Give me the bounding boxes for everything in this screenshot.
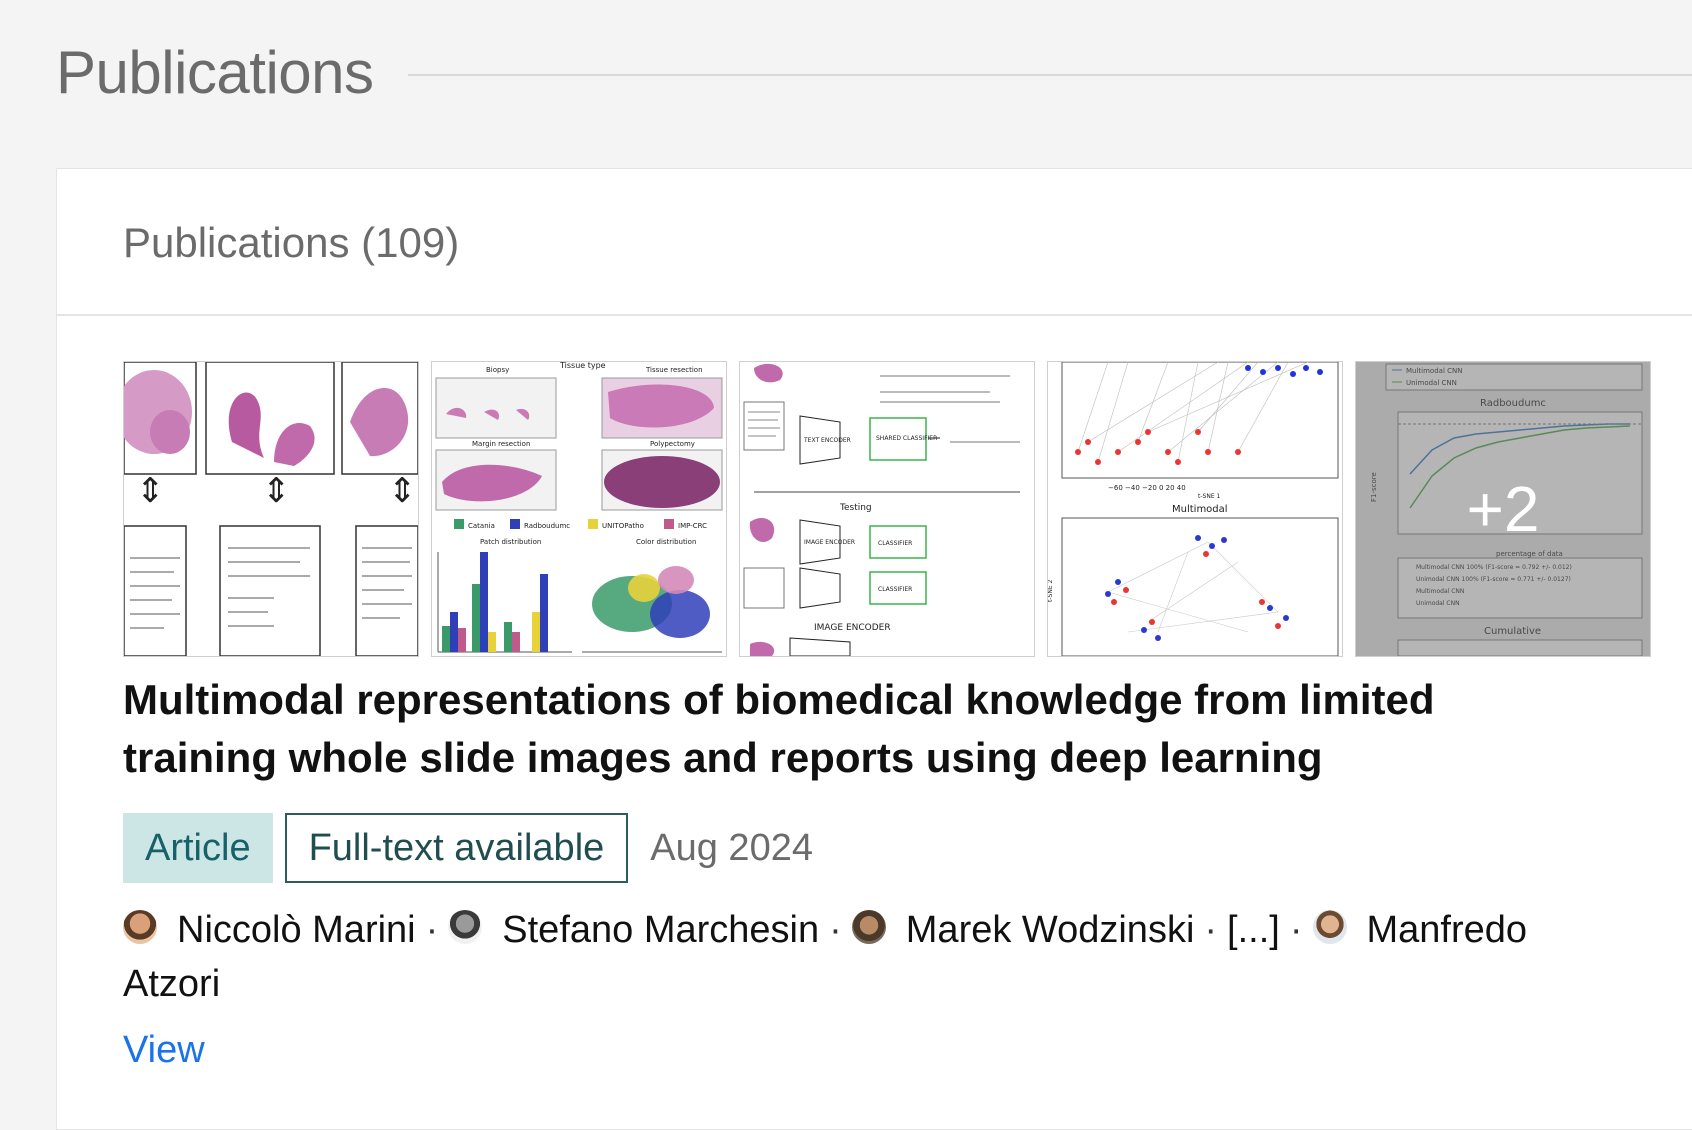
svg-text:⇕: ⇕ — [136, 471, 165, 511]
fig3-label-classifier-2: CLASSIFIER — [878, 586, 912, 593]
avatar — [123, 910, 157, 944]
article-type-badge: Article — [123, 813, 273, 883]
fig2-label-margin-resection: Margin resection — [472, 440, 530, 448]
author-item[interactable]: Stefano Marchesin — [448, 909, 819, 951]
fig3-label-testing: Testing — [839, 503, 872, 513]
author-name[interactable]: Marek Wodzinski — [906, 909, 1195, 951]
fig3-label-image-encoder-small: IMAGE ENCODER — [804, 539, 855, 546]
publication-meta: Article Full-text available Aug 2024 — [123, 813, 813, 883]
figure-thumbnail-3[interactable]: TEXT ENCODER SHARED CLASSIFIER Testing I… — [739, 361, 1035, 657]
more-figures-overlay[interactable]: +2 — [1356, 362, 1650, 656]
fig2-label-polypectomy: Polypectomy — [650, 440, 695, 448]
section-divider — [407, 73, 1692, 76]
fig2-legend-0: Catania — [468, 522, 495, 530]
fig2-legend-2: UNITOPatho — [602, 522, 644, 530]
author-separator: · — [425, 909, 439, 951]
author-name[interactable]: Niccolò Marini — [177, 909, 416, 951]
publication-title[interactable]: Multimodal representations of biomedical… — [123, 671, 1573, 787]
fig2-legend-1: Radboudumc — [524, 522, 570, 530]
svg-text:⇕: ⇕ — [388, 471, 417, 511]
avatar — [851, 910, 886, 944]
fig3-label-classifier-1: CLASSIFIER — [878, 540, 912, 547]
svg-text:−60 −40 −20 0 20 40: −60 −40 −20 0 20 40 — [1108, 484, 1186, 492]
avatar — [1312, 910, 1347, 944]
author-separator: · — [1289, 909, 1303, 951]
fig4-label-multimodal: Multimodal — [1172, 504, 1228, 515]
full-text-badge[interactable]: Full-text available — [284, 813, 629, 883]
author-item[interactable]: Niccolò Marini — [123, 909, 416, 951]
fig3-label-image-encoder: IMAGE ENCODER — [814, 623, 891, 633]
fig2-label-tissue-resection: Tissue resection — [645, 366, 703, 374]
figure-thumbnail-2[interactable]: Tissue type Biopsy Tissue resection Marg… — [431, 361, 727, 657]
more-authors[interactable]: [...] — [1227, 909, 1280, 951]
author-list: Niccolò Marini · Stefano Marchesin · Marek W… — [123, 903, 1623, 1011]
fig2-legend-3: IMP-CRC — [678, 522, 707, 530]
fig4-label-tsne2: t-SNE 2 — [1048, 579, 1054, 602]
publication-date: Aug 2024 — [650, 826, 813, 869]
section-header: Publications — [56, 38, 1692, 107]
author-separator: · — [829, 909, 842, 951]
figure-thumbnail-5[interactable]: Multimodal CNN Unimodal CNN Radboudumc F… — [1355, 361, 1651, 657]
figure-thumbnail-4[interactable]: −60 −40 −20 0 20 40 t-SNE 1 Multimodal t… — [1047, 361, 1343, 657]
avatar — [448, 910, 483, 944]
view-link[interactable]: View — [123, 1029, 205, 1072]
fig4-label-tsne1: t-SNE 1 — [1198, 493, 1221, 500]
fig2-label-patch-distribution: Patch distribution — [480, 538, 541, 546]
section-title: Publications — [56, 39, 374, 106]
author-separator: · — [1204, 909, 1218, 951]
card-title: Publications (109) — [123, 219, 460, 266]
fig2-label-tissue-type: Tissue type — [559, 362, 606, 370]
figure-thumbnail-1[interactable]: ⇕ ⇕ ⇕ — [123, 361, 419, 657]
figure-thumbnails: ⇕ ⇕ ⇕ Tissue type Biopsy Tissue resectio… — [123, 361, 1651, 657]
author-item[interactable]: Marek Wodzinski — [851, 909, 1195, 951]
card-header: Publications (109) — [57, 169, 1692, 316]
author-name[interactable]: Stefano Marchesin — [502, 909, 819, 951]
fig3-label-text-encoder: TEXT ENCODER — [803, 437, 851, 444]
publications-card: Publications (109) ⇕ ⇕ ⇕ Tissue type Bio… — [56, 168, 1692, 1130]
fig2-label-biopsy: Biopsy — [486, 366, 509, 374]
fig2-label-color-distribution: Color distribution — [636, 538, 696, 546]
svg-text:⇕: ⇕ — [262, 471, 291, 511]
